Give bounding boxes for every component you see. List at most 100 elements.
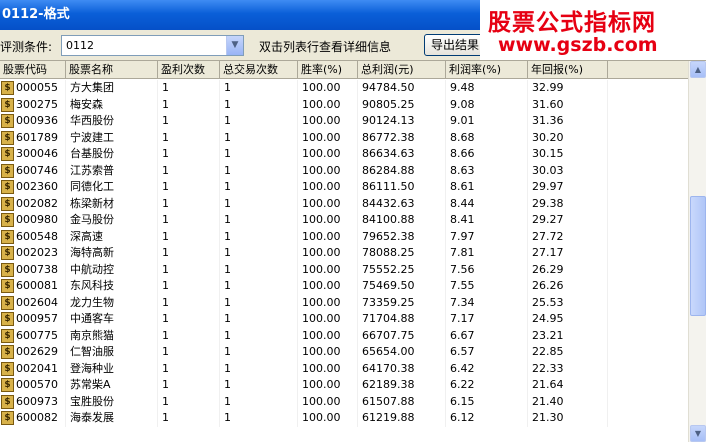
table-cell: 1	[220, 393, 298, 410]
scrollbar-thumb[interactable]	[690, 196, 706, 316]
table-row[interactable]: $002604 龙力生物 1 1 100.00 73359.25 7.34 25.53	[0, 294, 688, 311]
table-row[interactable]: $000957 中通客车 1 1 100.00 71704.88 7.17 24.95	[0, 311, 688, 328]
table-cell: 东风科技	[66, 278, 158, 295]
table-cell: 中航动控	[66, 261, 158, 278]
table-cell: 1	[220, 410, 298, 427]
table-cell: 1	[220, 146, 298, 163]
table-cell: 1	[158, 261, 220, 278]
column-header[interactable]: 股票名称	[66, 61, 158, 79]
stock-icon: $	[1, 81, 14, 95]
table-cell: $002041	[0, 360, 66, 377]
condition-select[interactable]: 0112 ▼	[61, 35, 244, 56]
table-row[interactable]: $300046 台基股份 1 1 100.00 86634.63 8.66 30.15	[0, 146, 688, 163]
table-cell: 7.81	[446, 245, 528, 262]
table-row[interactable]: $600746 江苏索普 1 1 100.00 86284.88 8.63 30.03	[0, 162, 688, 179]
stock-code: 600775	[16, 328, 58, 342]
table-cell: 84100.88	[358, 212, 446, 229]
table-row[interactable]: $600082 海泰发展 1 1 100.00 61219.88 6.12 21.30	[0, 410, 688, 427]
table-cell: 100.00	[298, 261, 358, 278]
table-row[interactable]: $601789 宁波建工 1 1 100.00 86772.38 8.68 30.20	[0, 129, 688, 146]
table-row[interactable]: $300275 梅安森 1 1 100.00 90805.25 9.08 31.60	[0, 96, 688, 113]
table-row[interactable]: $000570 苏常柴A 1 1 100.00 62189.38 6.22 21.64	[0, 377, 688, 394]
table-cell: 1	[220, 344, 298, 361]
table-cell: 海泰发展	[66, 410, 158, 427]
column-header[interactable]: 盈利次数	[158, 61, 220, 79]
stock-icon: $	[1, 312, 14, 326]
stock-code: 000055	[16, 81, 58, 94]
table-cell: 21.30	[528, 410, 608, 427]
results-table: 股票代码 股票名称 盈利次数 总交易次数 胜率(%) 总利润(元) 利润率(%)…	[0, 60, 706, 442]
table-cell: 1	[220, 245, 298, 262]
column-header[interactable]: 胜率(%)	[298, 61, 358, 79]
table-cell: 8.66	[446, 146, 528, 163]
table-cell: 1	[220, 261, 298, 278]
table-cell: 1	[220, 113, 298, 130]
table-row[interactable]: $002629 仁智油服 1 1 100.00 65654.00 6.57 22.85	[0, 344, 688, 361]
column-header[interactable]: 年回报(%)	[528, 61, 608, 79]
table-row[interactable]: $000980 金马股份 1 1 100.00 84100.88 8.41 29.27	[0, 212, 688, 229]
scroll-down-icon[interactable]: ▼	[690, 425, 706, 442]
table-cell: 100.00	[298, 245, 358, 262]
table-cell: 86284.88	[358, 162, 446, 179]
stock-icon: $	[1, 114, 14, 128]
table-cell: 32.99	[528, 80, 608, 97]
table-row[interactable]: $002041 登海种业 1 1 100.00 64170.38 6.42 22.33	[0, 360, 688, 377]
table-cell: 1	[158, 360, 220, 377]
table-cell: 100.00	[298, 80, 358, 97]
scroll-up-icon[interactable]: ▲	[690, 61, 706, 78]
column-header[interactable]: 总利润(元)	[358, 61, 446, 79]
table-row[interactable]: $600081 东风科技 1 1 100.00 75469.50 7.55 26.26	[0, 278, 688, 295]
column-header[interactable]: 股票代码	[0, 61, 66, 79]
table-row[interactable]: $600548 深高速 1 1 100.00 79652.38 7.97 27.72	[0, 228, 688, 245]
column-header[interactable]: 利润率(%)	[446, 61, 528, 79]
table-row[interactable]: $002360 同德化工 1 1 100.00 86111.50 8.61 29.97	[0, 179, 688, 196]
table-cell: 1	[158, 245, 220, 262]
table-cell: 1	[158, 410, 220, 427]
table-cell: 100.00	[298, 360, 358, 377]
table-cell: 1	[158, 311, 220, 328]
table-cell: 64170.38	[358, 360, 446, 377]
table-cell: 8.41	[446, 212, 528, 229]
table-cell: $000570	[0, 377, 66, 394]
table-cell: 1	[220, 377, 298, 394]
table-cell: $002629	[0, 344, 66, 361]
table-cell: 9.01	[446, 113, 528, 130]
table-cell: 1	[158, 228, 220, 245]
table-cell: 66707.75	[358, 327, 446, 344]
table-row[interactable]: $600973 宝胜股份 1 1 100.00 61507.88 6.15 21.40	[0, 393, 688, 410]
watermark-line2: www.gszb.com	[498, 34, 658, 56]
table-cell: 100.00	[298, 146, 358, 163]
table-cell: 南京熊猫	[66, 327, 158, 344]
table-row[interactable]: $002082 栋梁新材 1 1 100.00 84432.63 8.44 29.38	[0, 195, 688, 212]
chevron-down-icon[interactable]: ▼	[226, 36, 243, 55]
table-row[interactable]: $000738 中航动控 1 1 100.00 75552.25 7.56 26.29	[0, 261, 688, 278]
table-cell: 78088.25	[358, 245, 446, 262]
stock-code: 000957	[16, 312, 58, 325]
table-cell: 6.22	[446, 377, 528, 394]
column-header[interactable]: 总交易次数	[220, 61, 298, 79]
table-cell: $000957	[0, 311, 66, 328]
stock-icon: $	[1, 163, 14, 178]
stock-icon: $	[1, 411, 14, 425]
table-cell: 100.00	[298, 212, 358, 229]
table-cell: 27.17	[528, 245, 608, 262]
table-row[interactable]: $000936 华西股份 1 1 100.00 90124.13 9.01 31.36	[0, 113, 688, 130]
table-cell: 宁波建工	[66, 129, 158, 146]
table-row[interactable]: $600775 南京熊猫 1 1 100.00 66707.75 6.67 23.21	[0, 327, 688, 344]
table-cell: 100.00	[298, 410, 358, 427]
table-cell: 7.17	[446, 311, 528, 328]
table-cell: $000738	[0, 261, 66, 278]
table-cell: 梅安森	[66, 96, 158, 113]
table-cell: 61219.88	[358, 410, 446, 427]
table-cell: 90124.13	[358, 113, 446, 130]
vertical-scrollbar[interactable]: ▲ ▼	[688, 61, 706, 442]
table-row[interactable]: $002023 海特高新 1 1 100.00 78088.25 7.81 27.17	[0, 245, 688, 262]
table-cell: 31.60	[528, 96, 608, 113]
table-cell: 100.00	[298, 162, 358, 179]
table-row[interactable]: $000055 方大集团 1 1 100.00 94784.50 9.48 32.99	[0, 80, 688, 97]
stock-icon: $	[1, 262, 14, 277]
table-cell: 86111.50	[358, 179, 446, 196]
table-cell: 海特高新	[66, 245, 158, 262]
condition-value: 0112	[66, 39, 94, 52]
table-cell: 100.00	[298, 179, 358, 196]
